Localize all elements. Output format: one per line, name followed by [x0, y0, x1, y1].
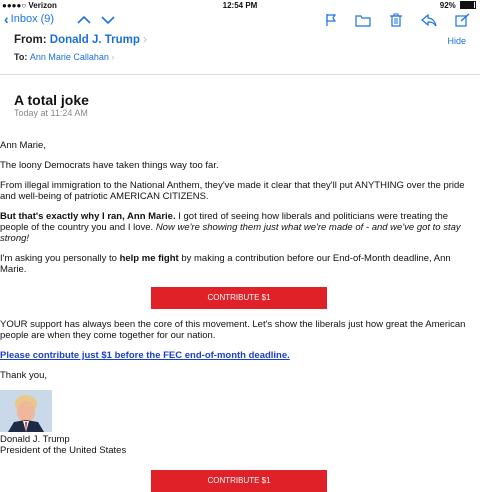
paragraph: Please contribute just $1 before the FEC…: [0, 350, 478, 361]
portrait-photo: [0, 390, 52, 432]
folder-icon[interactable]: [355, 13, 371, 27]
from-line: From: Donald J. Trump ›: [14, 34, 147, 46]
greeting: Ann Marie,: [0, 140, 46, 151]
paragraph: The loony Democrats have taken things wa…: [0, 160, 219, 171]
compose-icon[interactable]: [455, 13, 470, 27]
trash-icon[interactable]: [389, 13, 403, 27]
toolbar-icons: [325, 13, 470, 27]
status-bar: ●●●●○ Verizon 12:54 PM 92%: [0, 0, 480, 12]
signature-name: Donald J. Trump: [0, 434, 70, 445]
message-header: From: Donald J. Trump › Hide To: Ann Mar…: [0, 30, 480, 75]
paragraph: From illegal immigration to the National…: [0, 180, 465, 202]
paragraph: YOUR support has always been the core of…: [0, 319, 466, 341]
sender-name[interactable]: Donald J. Trump: [50, 34, 140, 46]
nav-bar: ‹ Inbox (9): [0, 12, 480, 30]
chevron-up-icon[interactable]: [77, 14, 91, 26]
chevron-down-icon[interactable]: [101, 14, 115, 26]
message-navigation: [77, 14, 115, 26]
chevron-right-icon: ›: [143, 34, 147, 46]
battery-icon: [460, 1, 476, 9]
clock: 12:54 PM: [222, 1, 258, 10]
bold-text: help me fight: [119, 253, 179, 264]
bold-text: But that's exactly why I ran, Ann Marie.: [0, 211, 176, 222]
message-date: Today at 11:24 AM: [14, 108, 88, 118]
paragraph: I'm asking you personally to help me fig…: [0, 253, 478, 275]
body-text: I'm asking you personally to: [0, 253, 120, 264]
battery-indicator: 92%: [440, 1, 476, 10]
to-label: To:: [14, 52, 28, 62]
contribute-button[interactable]: CONTRIBUTE $1: [151, 287, 327, 309]
contribute-button[interactable]: CONTRIBUTE $1: [151, 470, 327, 492]
battery-percent: 92%: [439, 1, 456, 10]
chevron-left-icon: ‹: [4, 11, 9, 27]
message-subject: A total joke: [14, 92, 89, 108]
reply-icon[interactable]: [421, 13, 437, 27]
recipient-name[interactable]: Ann Marie Callahan: [30, 52, 109, 62]
paragraph: But that's exactly why I ran, Ann Marie.…: [0, 211, 478, 244]
back-label: Inbox (9): [10, 13, 55, 25]
thanks-line: Thank you,: [0, 370, 47, 381]
hide-details-button[interactable]: Hide: [447, 36, 466, 46]
from-label: From:: [14, 34, 47, 46]
chevron-right-icon: ›: [111, 52, 115, 62]
to-line: To: Ann Marie Callahan ›: [14, 52, 114, 62]
message-body: Ann Marie, The loony Democrats have take…: [0, 140, 478, 492]
back-button[interactable]: ‹ Inbox (9): [4, 11, 55, 27]
flag-icon[interactable]: [325, 13, 337, 27]
battery-fill: [461, 2, 474, 8]
signature: Donald J. Trump President of the United …: [0, 390, 478, 456]
contribute-link[interactable]: Please contribute just $1 before the FEC…: [0, 350, 290, 361]
signature-title: President of the United States: [0, 445, 127, 456]
